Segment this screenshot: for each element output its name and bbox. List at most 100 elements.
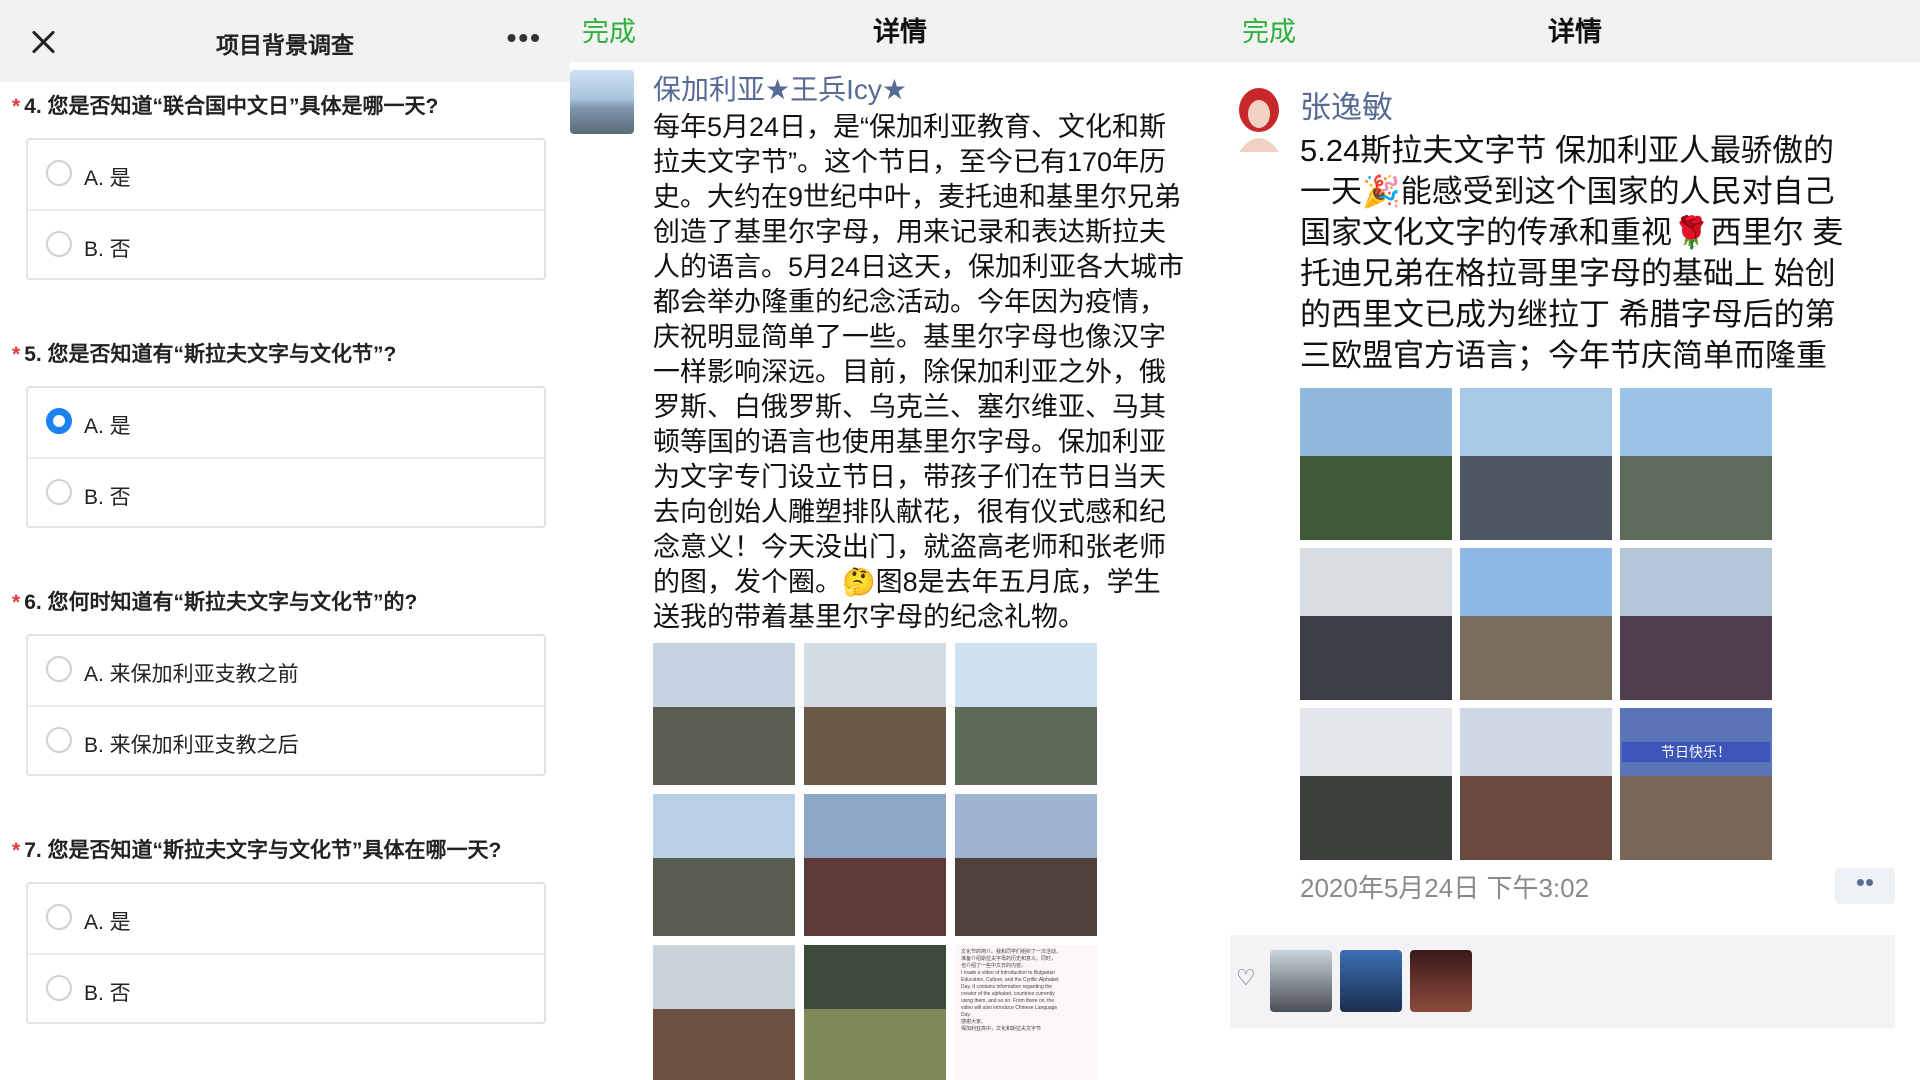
post-photo[interactable] [1460, 388, 1612, 540]
radio-button[interactable] [46, 727, 72, 753]
survey-panel: 项目背景调查 ••• * 4. 您是否知道“联合国中文日”具体是哪一天? A. 是… [0, 0, 570, 1080]
post-photo[interactable] [804, 643, 946, 785]
post-photo[interactable] [804, 945, 946, 1080]
caption-line: 保加利亚高中，文化和斯拉夫文字节 [961, 1026, 1042, 1032]
moment-detail-panel-1: 完成 详情 保加利亚★王兵Icy★ 每年5月24日，是“保加利亚教育、文化和斯 … [570, 0, 1230, 1080]
radio-button[interactable] [46, 904, 72, 930]
option-a[interactable]: A. 来保加利亚支教之前 [28, 636, 544, 704]
post-photo[interactable] [653, 945, 795, 1080]
option-label: A. 是 [84, 415, 131, 438]
required-star: * [12, 839, 21, 862]
caption-line: Day. It contains information regarding t… [961, 984, 1053, 990]
option-b[interactable]: B. 否 [28, 953, 544, 1023]
post-line: 罗斯、白俄罗斯、乌克兰、塞尔维亚、马其 [653, 392, 1166, 422]
post-line: 创造了基里尔字母，用来记录和表达斯拉夫 [653, 217, 1166, 247]
author-name[interactable]: 张逸敏 [1300, 82, 1393, 127]
caption-line: 文化节的简介。我和同学们组织了一次活动， [961, 949, 1062, 955]
banner-text: 节日快乐！ [1622, 742, 1770, 762]
option-label: B. 否 [84, 238, 131, 261]
post-photo[interactable]: 节日快乐！ [1620, 708, 1772, 860]
detail-title: 详情 [873, 17, 927, 47]
post-line: 三欧盟官方语言；今年节庆简单而隆重 [1300, 338, 1827, 373]
liker-avatar[interactable] [1340, 950, 1402, 1012]
post-photo[interactable] [804, 794, 946, 936]
caption-line: 准备介绍斯拉夫字母的历史和意义。同时， [961, 956, 1057, 962]
post-photo[interactable] [653, 794, 795, 936]
radio-button[interactable] [46, 479, 72, 505]
option-b[interactable]: B. 否 [28, 457, 544, 527]
required-star: * [12, 591, 21, 614]
post-photo[interactable] [1300, 388, 1452, 540]
radio-button[interactable] [46, 160, 72, 186]
more-icon[interactable]: ••• [507, 22, 542, 54]
post-line: 顿等国的语言也使用基里尔字母。保加利亚 [653, 427, 1166, 457]
detail-title: 详情 [1548, 17, 1602, 47]
option-label: B. 来保加利亚支教之后 [84, 734, 299, 757]
post-photo[interactable] [955, 794, 1097, 936]
option-label: A. 是 [84, 167, 131, 190]
post-text: 每年5月24日，是“保加利亚教育、文化和斯 拉夫文字节”。这个节日，至今已有17… [653, 110, 1184, 635]
option-b[interactable]: B. 否 [28, 209, 544, 279]
moment-detail-panel-2: 完成 详情 张逸敏 5.24斯拉夫文字节 保加利亚人最骄傲的 一天🎉能感受到这个… [1230, 0, 1920, 1080]
post-photo[interactable] [955, 643, 1097, 785]
avatar[interactable] [570, 70, 634, 134]
option-a[interactable]: A. 是 [28, 140, 544, 208]
avatar[interactable] [1234, 84, 1284, 152]
post-line: 为文字专门设立节日，带孩子们在节日当天 [653, 462, 1166, 492]
caption-line: using them, and so on. From there on, th… [961, 998, 1055, 1004]
heart-icon: ♡ [1236, 965, 1256, 990]
radio-button[interactable] [46, 231, 72, 257]
post-line: 史。大约在9世纪中叶，麦托迪和基里尔兄弟 [653, 182, 1182, 212]
post-photo[interactable] [653, 643, 795, 785]
post-line: 的西里文已成为继拉丁 希腊字母后的第 [1300, 297, 1836, 332]
option-b[interactable]: B. 来保加利亚支教之后 [28, 705, 544, 775]
option-list: A. 来保加利亚支教之前 B. 来保加利亚支教之后 [26, 634, 546, 776]
post-time: 2020年5月24日 下午3:02 [1300, 873, 1590, 903]
post-line: 每年5月24日，是“保加利亚教育、文化和斯 [653, 112, 1167, 142]
post-photo[interactable]: 文化节的简介。我和同学们组织了一次活动， 准备介绍斯拉夫字母的历史和意义。同时，也… [955, 945, 1097, 1080]
photo-caption: 文化节的简介。我和同学们组织了一次活动， 准备介绍斯拉夫字母的历史和意义。同时，也… [961, 949, 1093, 1033]
post-line: 托迪兄弟在格拉哥里字母的基础上 始创 [1300, 256, 1836, 291]
author-name[interactable]: 保加利亚★王兵Icy★ [653, 68, 907, 108]
caption-line: 感谢大家。 [961, 1019, 987, 1025]
option-a[interactable]: A. 是 [28, 388, 544, 456]
option-label: B. 否 [84, 982, 131, 1005]
post-line: 念意义！今天没出门，就盗高老师和张老师 [653, 532, 1166, 562]
post-line: 庆祝明显简单了一些。基里尔字母也像汉字 [653, 322, 1166, 352]
radio-button-selected[interactable] [46, 408, 72, 434]
post-line: 去向创始人雕塑排队献花，很有仪式感和纪 [653, 497, 1166, 527]
question-text: 6. 您何时知道有“斯拉夫文字与文化节”的? [24, 591, 418, 614]
post-photo[interactable] [1300, 708, 1452, 860]
caption-line: video will also introduce Chinese Langua… [961, 1005, 1058, 1011]
liker-avatar[interactable] [1270, 950, 1332, 1012]
question-text: 7. 您是否知道“斯拉夫文字与文化节”具体在哪一天? [24, 839, 502, 862]
post-line: 国家文化文字的传承和重视🌹西里尔 麦 [1300, 215, 1844, 250]
post-photo[interactable] [1460, 708, 1612, 860]
post-line: 一样影响深远。目前，除保加利亚之外，俄 [653, 357, 1166, 387]
option-a[interactable]: A. 是 [28, 884, 544, 952]
option-list: A. 是 B. 否 [26, 138, 546, 280]
option-label: A. 是 [84, 911, 131, 934]
radio-button[interactable] [46, 656, 72, 682]
liker-avatar[interactable] [1410, 950, 1472, 1012]
survey-title: 项目背景调查 [216, 32, 354, 58]
post-text: 5.24斯拉夫文字节 保加利亚人最骄傲的 一天🎉能感受到这个国家的人民对自己 国… [1300, 130, 1843, 376]
post-line: 5.24斯拉夫文字节 保加利亚人最骄傲的 [1300, 133, 1834, 168]
option-label: B. 否 [84, 486, 131, 509]
caption-line: creator of the alphabet, countries curre… [961, 991, 1055, 997]
question-text: 4. 您是否知道“联合国中文日”具体是哪一天? [24, 95, 439, 118]
caption-line: I made a video of Introduction to Bulgar… [961, 970, 1055, 976]
required-star: * [12, 343, 21, 366]
comment-menu-button[interactable]: •• [1835, 868, 1895, 904]
survey-header: 项目背景调查 ••• [0, 0, 570, 82]
post-photo[interactable] [1460, 548, 1612, 700]
option-list: A. 是 B. 否 [26, 386, 546, 528]
post-photo[interactable] [1300, 548, 1452, 700]
post-photo[interactable] [1620, 548, 1772, 700]
radio-button[interactable] [46, 975, 72, 1001]
required-star: * [12, 95, 21, 118]
post-line: 送我的带着基里尔字母的纪念礼物。 [653, 602, 1085, 632]
caption-line: 也介绍了一些中文日的内容。 [961, 963, 1027, 969]
post-line: 拉夫文字节”。这个节日，至今已有170年历 [653, 147, 1167, 177]
post-photo[interactable] [1620, 388, 1772, 540]
